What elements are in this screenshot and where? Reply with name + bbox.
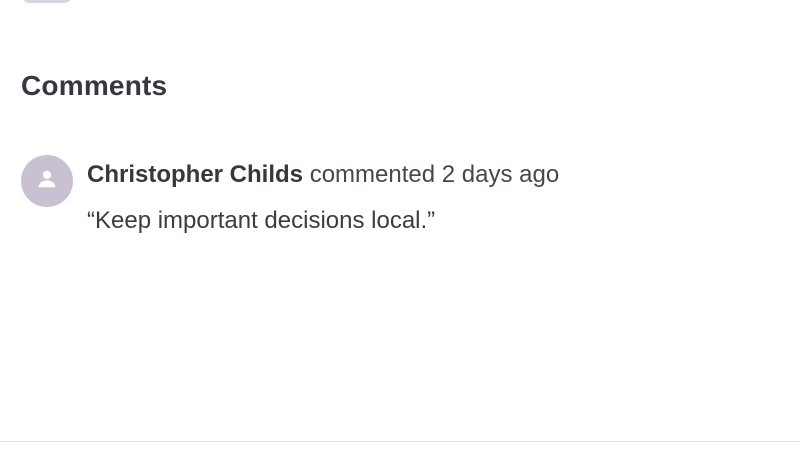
user-icon — [36, 168, 58, 195]
avatar[interactable] — [21, 155, 73, 207]
comment-meta: Christopher Childs commented 2 days ago — [87, 161, 559, 189]
previous-avatar — [22, 0, 72, 3]
page: Comments Christopher Childs commented 2 … — [0, 0, 800, 450]
comment-author[interactable]: Christopher Childs — [87, 161, 303, 188]
divider — [0, 441, 800, 442]
comments-heading: Comments — [21, 70, 168, 101]
comment-action: commented 2 days ago — [309, 161, 560, 188]
comment-body: “Keep important decisions local.” — [87, 207, 436, 234]
previous-entry-cutoff — [22, 0, 72, 4]
